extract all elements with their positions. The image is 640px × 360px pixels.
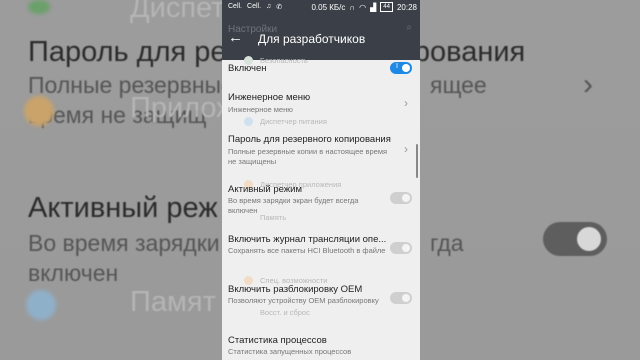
status-bar: Cell. Cell. ♫ ✆ 0.05 КБ/с ∩ ◠ ▟ 44 20:28: [222, 0, 420, 16]
developer-enabled-row[interactable]: Включен I: [222, 60, 420, 76]
hci-title: Включить журнал трансляции опе...: [228, 234, 387, 245]
bg-text-9: Памят: [130, 286, 216, 318]
network-speed: 0.05 КБ/с: [311, 2, 346, 12]
engineering-sub: Инженерное меню: [228, 105, 293, 114]
ghost-icon-battery: [244, 117, 253, 126]
bg-icon-2: [24, 96, 54, 126]
status-left: Cell. Cell. ♫ ✆: [228, 3, 282, 11]
back-arrow-icon[interactable]: ←: [228, 30, 243, 45]
bg-toggle: [543, 222, 607, 256]
toggle-knob: [402, 294, 410, 302]
scrollbar[interactable]: [416, 144, 418, 178]
music-icon: ♫: [266, 3, 272, 10]
stay-awake-row[interactable]: Активный режим Во время зарядки экран бу…: [222, 184, 420, 220]
oem-unlock-toggle[interactable]: [390, 292, 412, 304]
bg-icon-3: [26, 290, 56, 320]
clock: 20:28: [396, 2, 417, 12]
signal-icon: ▟: [370, 2, 377, 12]
awake-title: Активный режим: [228, 184, 302, 195]
ghost-battery: Диспетчер питания: [260, 117, 327, 126]
settings-list: Безопасность Диспетчер питания Диспетчер…: [222, 56, 420, 360]
stats-title: Статистика процессов: [228, 335, 327, 346]
carrier-2: Cell.: [247, 3, 262, 10]
engineering-title: Инженерное меню: [228, 92, 311, 103]
chevron-right-icon: ›: [404, 96, 408, 110]
bg-text-3b: ящее: [430, 72, 487, 98]
backup-sub: Полные резервные копии в настоящее время…: [228, 147, 388, 166]
bg-text-6: Активный реж: [28, 192, 218, 224]
toggle-knob: [402, 194, 410, 202]
oem-sub: Позволяют устройству OEM разблокировку: [228, 296, 379, 305]
engineering-menu-row[interactable]: Инженерное меню Инженерное меню ›: [222, 90, 420, 118]
developer-enabled-toggle[interactable]: I: [390, 62, 412, 74]
app-bar: Настройки ⌕ ← Для разработчиков: [222, 16, 420, 60]
bg-text-1: Диспет: [130, 0, 225, 24]
toggle-knob: [402, 244, 410, 252]
bg-text-7b: гда: [430, 230, 464, 256]
page-title: Для разработчиков: [258, 32, 366, 46]
enabled-label: Включен: [228, 63, 267, 74]
hci-sub: Сохранять все пакеты HCI Bluetooth в фай…: [228, 246, 386, 255]
bg-chevron-icon: ›: [583, 68, 593, 101]
search-icon: ⌕: [406, 22, 412, 33]
stats-sub: Статистика запущенных процессов: [228, 347, 352, 356]
awake-sub: Во время зарядки экран будет всегда вклю…: [228, 196, 359, 215]
status-right: 0.05 КБ/с ∩ ◠ ▟ 44 20:28: [311, 2, 417, 12]
hci-log-row[interactable]: Включить журнал трансляции опе... Сохран…: [222, 234, 420, 270]
chevron-right-icon: ›: [404, 142, 408, 156]
bg-icon-1: [28, 0, 50, 14]
backup-title: Пароль для резервного копирования: [228, 134, 391, 145]
hci-log-toggle[interactable]: [390, 242, 412, 254]
stay-awake-toggle[interactable]: [390, 192, 412, 204]
carrier-1: Cell.: [228, 3, 243, 10]
oem-unlock-row[interactable]: Включить разблокировку OEM Позволяют уст…: [222, 284, 420, 320]
phone-icon: ✆: [276, 4, 283, 11]
battery-indicator: 44: [380, 2, 393, 12]
bg-text-8: включен: [28, 260, 119, 286]
bg-text-7: Во время зарядки: [28, 230, 220, 256]
process-stats-row[interactable]: Статистика процессов Статистика запущенн…: [222, 334, 420, 360]
headphones-icon: ∩: [349, 2, 356, 12]
backup-password-row[interactable]: Пароль для резервного копирования Полные…: [222, 132, 420, 168]
toggle-on-mark: I: [396, 63, 398, 70]
oem-title: Включить разблокировку OEM: [228, 284, 363, 295]
phone-screen: Cell. Cell. ♫ ✆ 0.05 КБ/с ∩ ◠ ▟ 44 20:28…: [222, 0, 420, 360]
wifi-icon: ◠: [359, 2, 367, 12]
toggle-knob: [402, 64, 410, 72]
